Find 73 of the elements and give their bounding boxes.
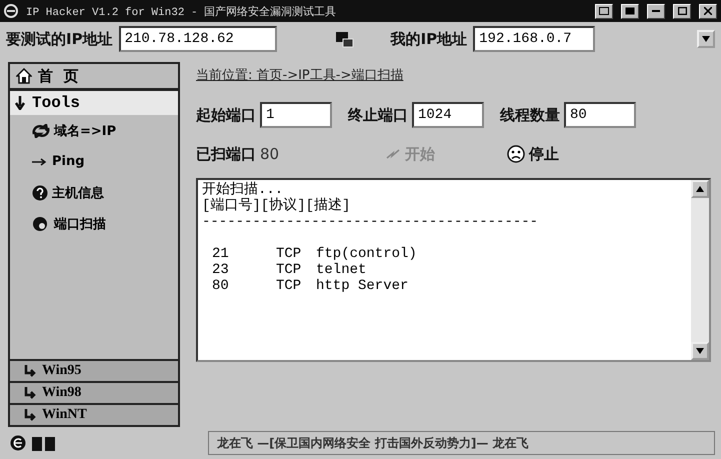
protocol-cell-text: TCP: [276, 278, 302, 294]
my-ip-label: 我的IP地址: [390, 30, 468, 48]
breadcrumb-link[interactable]: 当前位置: 首页->IP工具->端口扫描: [196, 62, 711, 88]
port-field[interactable]: 80: [564, 102, 636, 128]
output-line: [端口号][协议][描述]: [202, 198, 352, 214]
sad-face-icon: [507, 145, 526, 163]
down-arrow-icon: [14, 96, 26, 110]
description-cell-text: ftp(control): [316, 246, 418, 262]
tool-label: Ping: [52, 154, 85, 169]
os-button[interactable]: WinNT: [10, 403, 178, 425]
tool-label: 端口扫描: [54, 216, 106, 232]
port-cell-text: 23: [212, 262, 230, 278]
down-arrow-icon: [702, 36, 710, 42]
close-icon: [704, 7, 712, 15]
status-blocks-icon: [32, 435, 56, 451]
window-button[interactable]: [595, 4, 613, 18]
scroll-up-button[interactable]: [691, 180, 709, 198]
output-line: 开始扫描...: [202, 182, 284, 198]
port-cell-text: 21: [212, 246, 230, 262]
port-cell-text: 80: [212, 278, 230, 294]
down-arrow-icon: [696, 348, 704, 354]
output-line: ----------------------------------------: [202, 214, 540, 230]
lightning-icon: [385, 148, 402, 160]
tools-section[interactable]: Tools: [10, 91, 178, 115]
port-field[interactable]: 1024: [412, 102, 484, 128]
scanned-label: 已扫端口: [196, 144, 256, 164]
maximize-icon: [678, 7, 686, 15]
dropdown-button[interactable]: [697, 30, 715, 48]
tool-label: 主机信息: [52, 184, 104, 202]
target-ip-field[interactable]: 210.78.128.62: [118, 26, 277, 52]
window-title: IP Hacker V1.2 for Win32 - 国产网络安全漏洞测试工具: [26, 4, 338, 18]
scanned-count: 80: [260, 145, 280, 163]
home-icon: [16, 68, 32, 84]
window-icon: [599, 7, 609, 15]
window-button[interactable]: [621, 4, 639, 18]
app-icon: [4, 4, 18, 18]
status-marquee: 龙在飞 —[保卫国内网络安全 打击国外反动势力]— 龙在飞: [208, 431, 715, 455]
protocol-cell-text: TCP: [276, 262, 302, 278]
computer-icon: [334, 30, 355, 48]
maximize-button[interactable]: [673, 4, 691, 18]
port-label: 起始端口: [196, 106, 256, 124]
tools-label: Tools: [32, 94, 80, 112]
os-button[interactable]: Win98: [10, 381, 178, 403]
browser-icon: [10, 434, 26, 452]
arrow-icon: [32, 158, 48, 166]
scrollbar[interactable]: [691, 180, 709, 360]
minimize-icon: [652, 10, 660, 12]
tool-label: 域名=>IP: [54, 122, 116, 140]
stop-button[interactable]: 停止: [501, 144, 566, 164]
tool-item[interactable]: Ping: [10, 146, 178, 177]
tool-item[interactable]: 域名=>IP: [10, 115, 178, 146]
tool-item[interactable]: 主机信息: [10, 177, 178, 208]
tool-item[interactable]: 端口扫描: [10, 208, 178, 239]
turn-arrow-icon: [24, 387, 36, 399]
my-ip-field[interactable]: 192.168.0.7: [473, 26, 596, 52]
description-cell-text: http Server: [316, 278, 410, 294]
scroll-down-button[interactable]: [691, 342, 709, 360]
home-label: 首 页: [38, 66, 78, 86]
protocol-cell-text: TCP: [276, 246, 302, 262]
target-ip-label: 要测试的IP地址: [6, 30, 113, 48]
description-cell-text: telnet: [316, 262, 368, 278]
port-label: 线程数量: [500, 106, 560, 124]
help-icon: [32, 184, 48, 200]
os-button[interactable]: Win95: [10, 359, 178, 381]
port-label: 终止端口: [348, 106, 408, 124]
port-field[interactable]: 1: [260, 102, 332, 128]
swap-arrows-icon: [32, 124, 50, 138]
up-arrow-icon: [696, 186, 704, 192]
window-icon: [625, 7, 635, 15]
turn-arrow-icon: [24, 409, 36, 421]
turn-arrow-icon: [24, 365, 36, 377]
minimize-button[interactable]: [647, 4, 665, 18]
close-button[interactable]: [699, 4, 717, 18]
